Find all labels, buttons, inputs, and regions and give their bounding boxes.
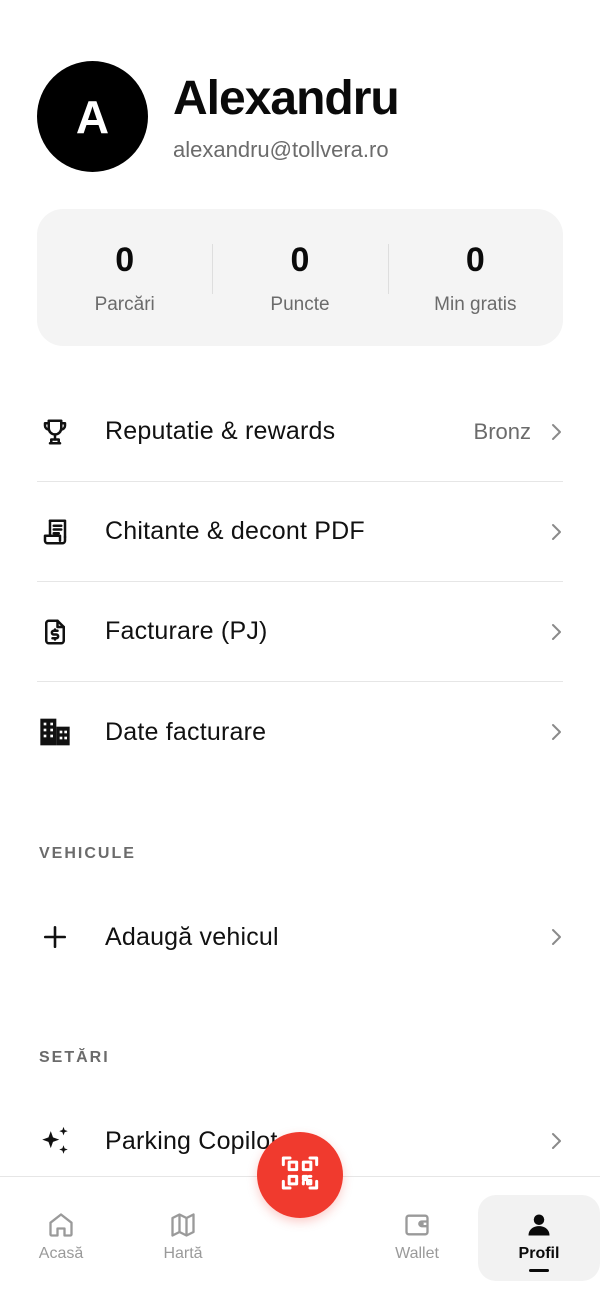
nav-label: Wallet xyxy=(395,1245,439,1262)
stat-label: Puncte xyxy=(270,293,330,315)
chevron-right-icon xyxy=(547,927,563,947)
profile-text: Alexandru alexandru@tollvera.ro xyxy=(173,71,400,163)
stat-min-gratis: 0 Min gratis xyxy=(387,240,563,316)
chevron-right-icon xyxy=(547,522,563,542)
qr-scan-button[interactable] xyxy=(257,1132,343,1218)
stat-label: Parcări xyxy=(94,293,155,315)
trophy-icon xyxy=(37,414,73,450)
menu-item-receipts[interactable]: Chitante & decont PDF xyxy=(37,482,563,582)
chevron-right-icon xyxy=(547,622,563,642)
profile-header: A Alexandru alexandru@tollvera.ro xyxy=(37,61,400,172)
nav-item-wallet[interactable]: Wallet xyxy=(356,1195,478,1281)
chevron-right-icon xyxy=(547,722,563,742)
receipt-icon xyxy=(37,514,73,550)
profile-name: Alexandru xyxy=(173,71,400,125)
invoice-dollar-icon xyxy=(37,614,73,650)
menu-item-label: Facturare (PJ) xyxy=(105,617,268,645)
tier-badge: Bronz xyxy=(473,418,531,444)
sparkles-icon xyxy=(37,1123,73,1159)
menu-item-reputation[interactable]: Reputatie & rewards Bronz xyxy=(37,382,563,482)
nav-item-home[interactable]: Acasă xyxy=(0,1195,122,1281)
home-icon xyxy=(0,1209,122,1241)
add-vehicle-button[interactable]: Adaugă vehicul xyxy=(37,887,563,987)
nav-item-profile[interactable]: Profil xyxy=(478,1195,600,1281)
building-icon xyxy=(37,714,73,750)
avatar[interactable]: A xyxy=(37,61,148,172)
nav-label: Hartă xyxy=(163,1245,203,1262)
menu-item-label: Reputatie & rewards xyxy=(105,417,336,445)
menu-item-billing-data[interactable]: Date facturare xyxy=(37,682,563,782)
section-title-vehicles: VEHICULE xyxy=(39,845,136,862)
stat-value: 0 xyxy=(290,240,310,279)
stat-value: 0 xyxy=(465,240,485,279)
menu-item-label: Date facturare xyxy=(105,717,267,746)
menu-item-invoicing[interactable]: Facturare (PJ) xyxy=(37,582,563,682)
nav-label: Acasă xyxy=(38,1245,84,1262)
stats-card: 0 Parcări 0 Puncte 0 Min gratis xyxy=(37,209,563,346)
stat-value: 0 xyxy=(115,240,135,279)
qr-scan-icon xyxy=(280,1153,320,1198)
active-indicator xyxy=(529,1269,549,1272)
user-icon xyxy=(478,1209,600,1241)
menu-item-label: Chitante & decont PDF xyxy=(105,517,365,545)
chevron-right-icon xyxy=(547,1131,563,1151)
stat-parcari: 0 Parcări xyxy=(37,240,212,316)
plus-icon xyxy=(37,919,73,955)
stat-label: Min gratis xyxy=(434,293,517,315)
profile-email: alexandru@tollvera.ro xyxy=(173,136,389,162)
add-vehicle-label: Adaugă vehicul xyxy=(105,922,279,951)
map-icon xyxy=(122,1209,244,1241)
chevron-right-icon xyxy=(547,422,563,442)
section-title-settings: SETĂRI xyxy=(39,1049,110,1066)
nav-label: Profil xyxy=(518,1245,560,1262)
nav-item-map[interactable]: Hartă xyxy=(122,1195,244,1281)
wallet-icon xyxy=(356,1209,478,1241)
stat-puncte: 0 Puncte xyxy=(212,240,387,316)
